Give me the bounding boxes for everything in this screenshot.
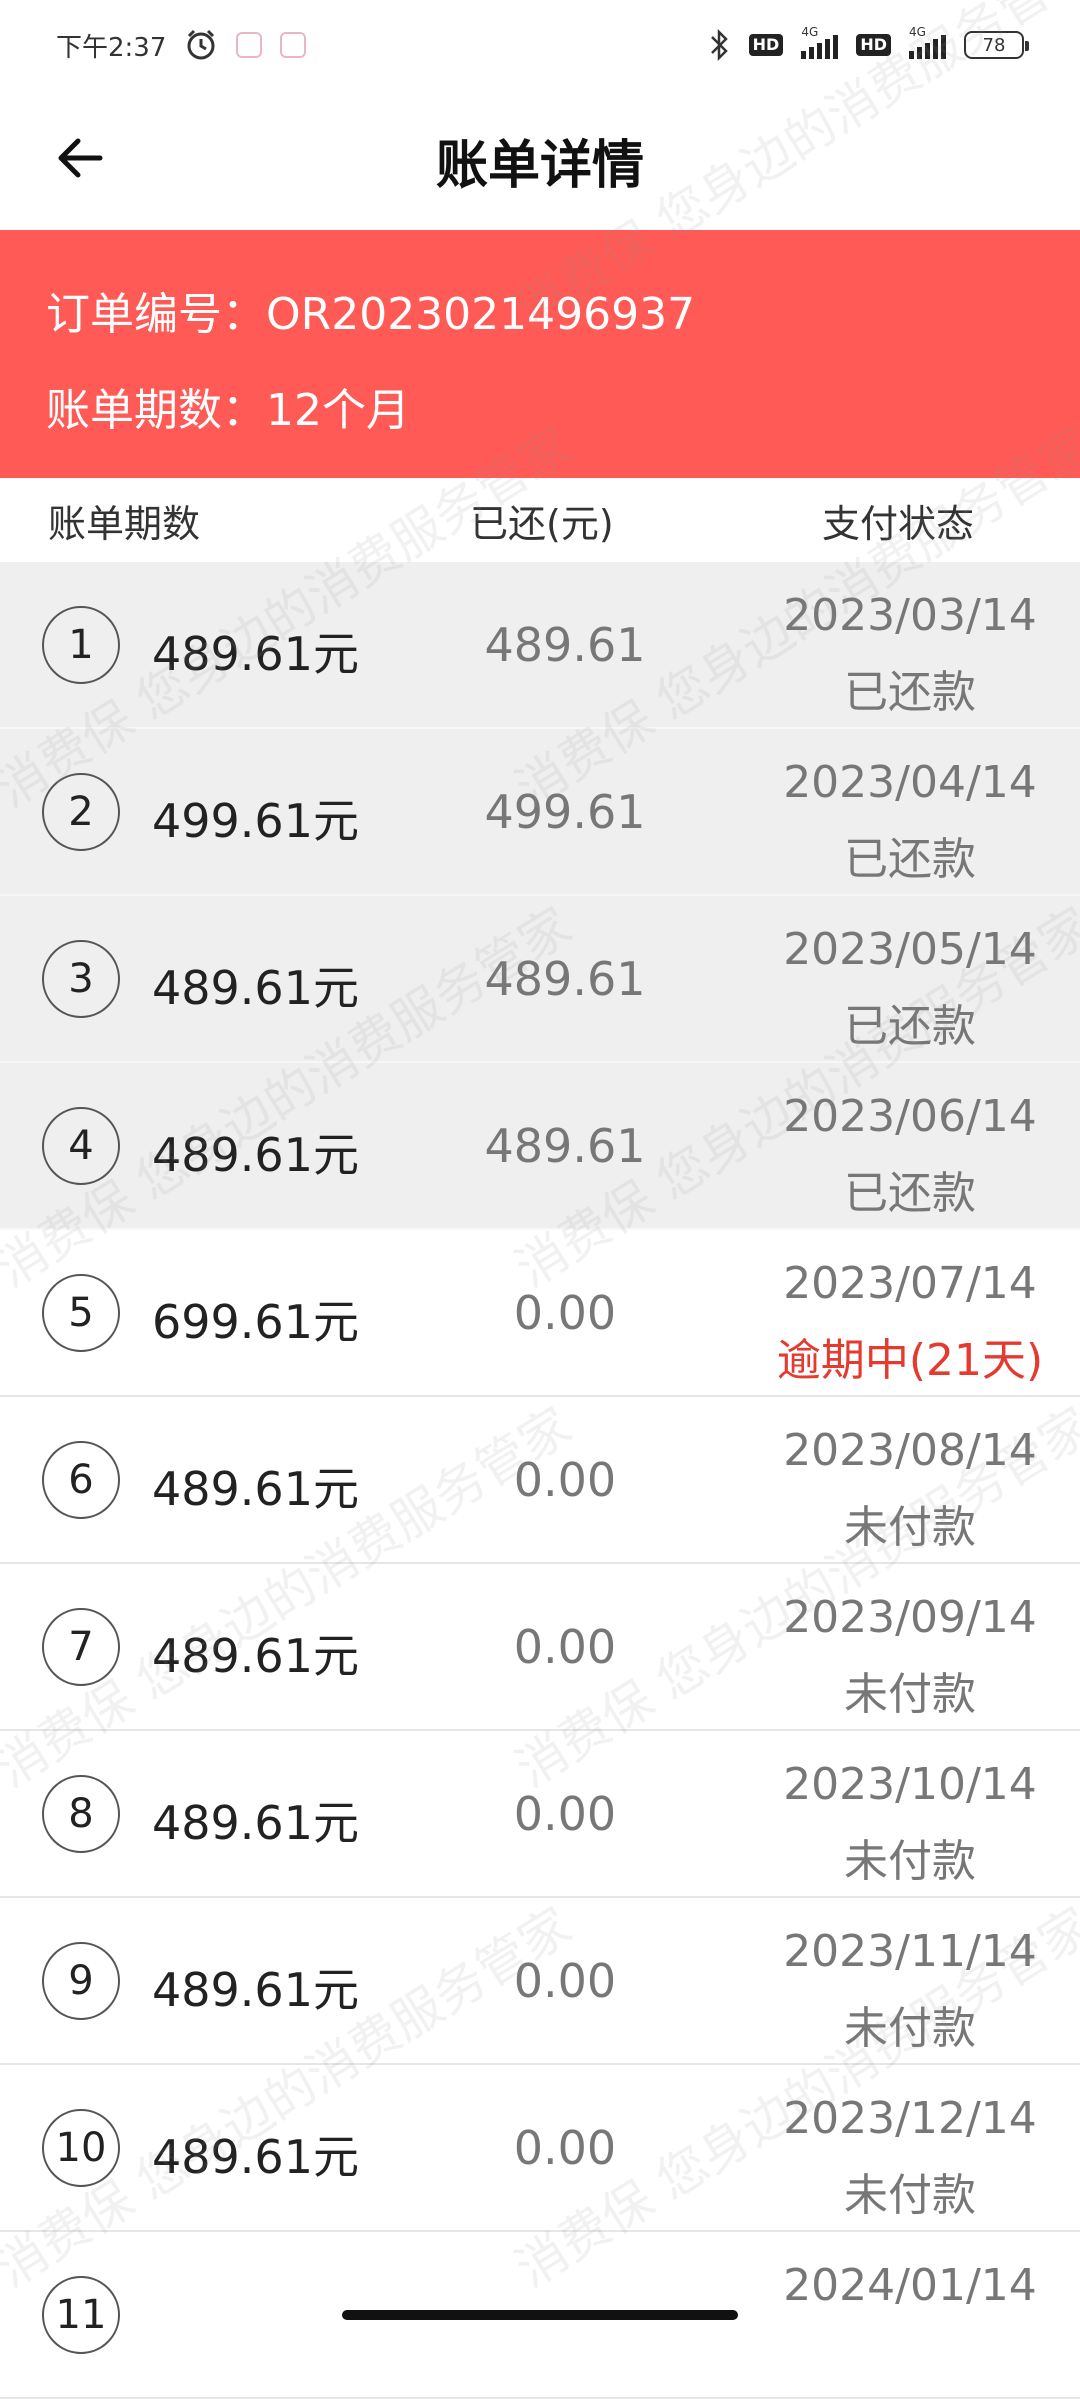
network-label: 4G — [801, 25, 819, 39]
payment-status: 已还款 — [844, 1001, 976, 1052]
page-title: 账单详情 — [435, 135, 644, 196]
back-button[interactable] — [48, 126, 112, 190]
payment-status: 已还款 — [844, 667, 976, 718]
payment-status: 已还款 — [844, 1168, 976, 1219]
paid-amount: 489.61 — [484, 952, 646, 1006]
bluetooth-icon — [709, 28, 731, 62]
paid-amount: 0.00 — [513, 1286, 617, 1340]
due-date: 2023/08/14 — [783, 1425, 1037, 1476]
arrow-left-icon — [58, 138, 103, 178]
alarm-icon — [184, 28, 218, 62]
order-info-banner: 订单编号：OR2023021496937 账单期数：12个月 — [0, 230, 1080, 478]
notification-app-icon-2 — [280, 32, 307, 58]
installment-list: 1 489.61元 489.61 2023/03/14 已还款 2 499.61… — [0, 562, 1080, 2399]
signal-icon-2: 4G — [909, 25, 946, 59]
due-date: 2023/12/14 — [783, 2093, 1037, 2144]
status-time: 下午2:37 — [56, 32, 167, 63]
installment-amount: 489.61元 — [152, 1128, 359, 1182]
list-item[interactable]: 9 489.61元 0.00 2023/11/14 未付款 — [0, 1898, 1080, 2065]
installment-amount: 489.61元 — [152, 1796, 359, 1850]
payment-status: 已还款 — [844, 834, 976, 885]
due-date: 2023/05/14 — [783, 924, 1037, 975]
payment-status: 未付款 — [844, 1502, 976, 1553]
list-item[interactable]: 5 699.61元 0.00 2023/07/14 逾期中(21天) — [0, 1230, 1080, 1397]
paid-amount: 0.00 — [513, 2121, 617, 2175]
due-date: 2023/11/14 — [783, 1926, 1037, 1977]
paid-amount: 0.00 — [513, 1453, 617, 1507]
installment-amount: 699.61元 — [152, 1295, 359, 1349]
status-bar: 下午2:37 HD 4G HD 4G 78 — [0, 0, 1080, 90]
installment-number-badge: 3 — [42, 940, 120, 1018]
battery-icon: 78 — [964, 31, 1029, 59]
bill-periods: 账单期数：12个月 — [46, 385, 410, 436]
installment-amount: 489.61元 — [152, 1462, 359, 1516]
list-item[interactable]: 2 499.61元 499.61 2023/04/14 已还款 — [0, 729, 1080, 896]
list-item[interactable]: 7 489.61元 0.00 2023/09/14 未付款 — [0, 1564, 1080, 1731]
payment-status: 未付款 — [844, 1836, 976, 1887]
installment-amount: 499.61元 — [152, 794, 359, 848]
installment-number-badge: 2 — [42, 773, 120, 851]
table-header: 账单期数 已还(元) 支付状态 — [0, 478, 1080, 562]
network-label-2: 4G — [909, 25, 926, 39]
column-header-period: 账单期数 — [48, 501, 201, 546]
payment-status: 未付款 — [844, 2003, 976, 2054]
installment-number-badge: 8 — [42, 1775, 120, 1853]
installment-amount: 489.61元 — [152, 1629, 359, 1683]
installment-number-badge: 6 — [42, 1441, 120, 1519]
list-item[interactable]: 10 489.61元 0.00 2023/12/14 未付款 — [0, 2065, 1080, 2232]
battery-level: 78 — [982, 34, 1006, 56]
installment-amount: 489.61元 — [152, 1963, 359, 2017]
hd-badge-2: HD — [856, 34, 891, 56]
signal-icon: 4G — [801, 25, 839, 59]
due-date: 2023/07/14 — [783, 1258, 1037, 1309]
installment-amount: 489.61元 — [152, 2130, 359, 2184]
payment-status: 未付款 — [844, 1669, 976, 1720]
home-indicator[interactable] — [342, 2310, 738, 2320]
installment-number-badge: 9 — [42, 1942, 120, 2020]
installment-amount: 489.61元 — [152, 627, 359, 681]
paid-amount: 489.61 — [484, 1119, 646, 1173]
list-item[interactable]: 1 489.61元 489.61 2023/03/14 已还款 — [0, 562, 1080, 729]
paid-amount: 0.00 — [513, 1787, 617, 1841]
list-item[interactable]: 3 489.61元 489.61 2023/05/14 已还款 — [0, 896, 1080, 1063]
payment-status: 逾期中(21天) — [776, 1335, 1044, 1386]
paid-amount: 0.00 — [513, 1620, 617, 1674]
installment-number-badge: 7 — [42, 1608, 120, 1686]
installment-number-badge: 1 — [42, 606, 120, 684]
list-item[interactable]: 4 489.61元 489.61 2023/06/14 已还款 — [0, 1063, 1080, 1230]
column-header-status: 支付状态 — [822, 501, 975, 546]
due-date: 2024/01/14 — [783, 2260, 1037, 2311]
notification-app-icon — [236, 32, 263, 58]
paid-amount: 489.61 — [484, 618, 646, 672]
installment-number-badge: 11 — [42, 2276, 120, 2354]
hd-badge: HD — [748, 34, 784, 56]
due-date: 2023/04/14 — [783, 757, 1037, 808]
installment-number-badge: 5 — [42, 1274, 120, 1352]
list-item[interactable]: 8 489.61元 0.00 2023/10/14 未付款 — [0, 1731, 1080, 1898]
due-date: 2023/03/14 — [783, 590, 1037, 641]
due-date: 2023/10/14 — [783, 1759, 1037, 1810]
due-date: 2023/09/14 — [783, 1592, 1037, 1643]
paid-amount: 499.61 — [484, 785, 646, 839]
installment-number-badge: 10 — [42, 2109, 120, 2187]
app-header: 账单详情 — [0, 90, 1080, 230]
installment-number-badge: 4 — [42, 1107, 120, 1185]
paid-amount: 0.00 — [513, 1954, 617, 2008]
payment-status: 未付款 — [844, 2170, 976, 2221]
list-item[interactable]: 6 489.61元 0.00 2023/08/14 未付款 — [0, 1397, 1080, 1564]
order-number: 订单编号：OR2023021496937 — [46, 289, 696, 340]
column-header-paid: 已还(元) — [470, 501, 614, 546]
due-date: 2023/06/14 — [783, 1091, 1037, 1142]
installment-amount: 489.61元 — [152, 961, 359, 1015]
